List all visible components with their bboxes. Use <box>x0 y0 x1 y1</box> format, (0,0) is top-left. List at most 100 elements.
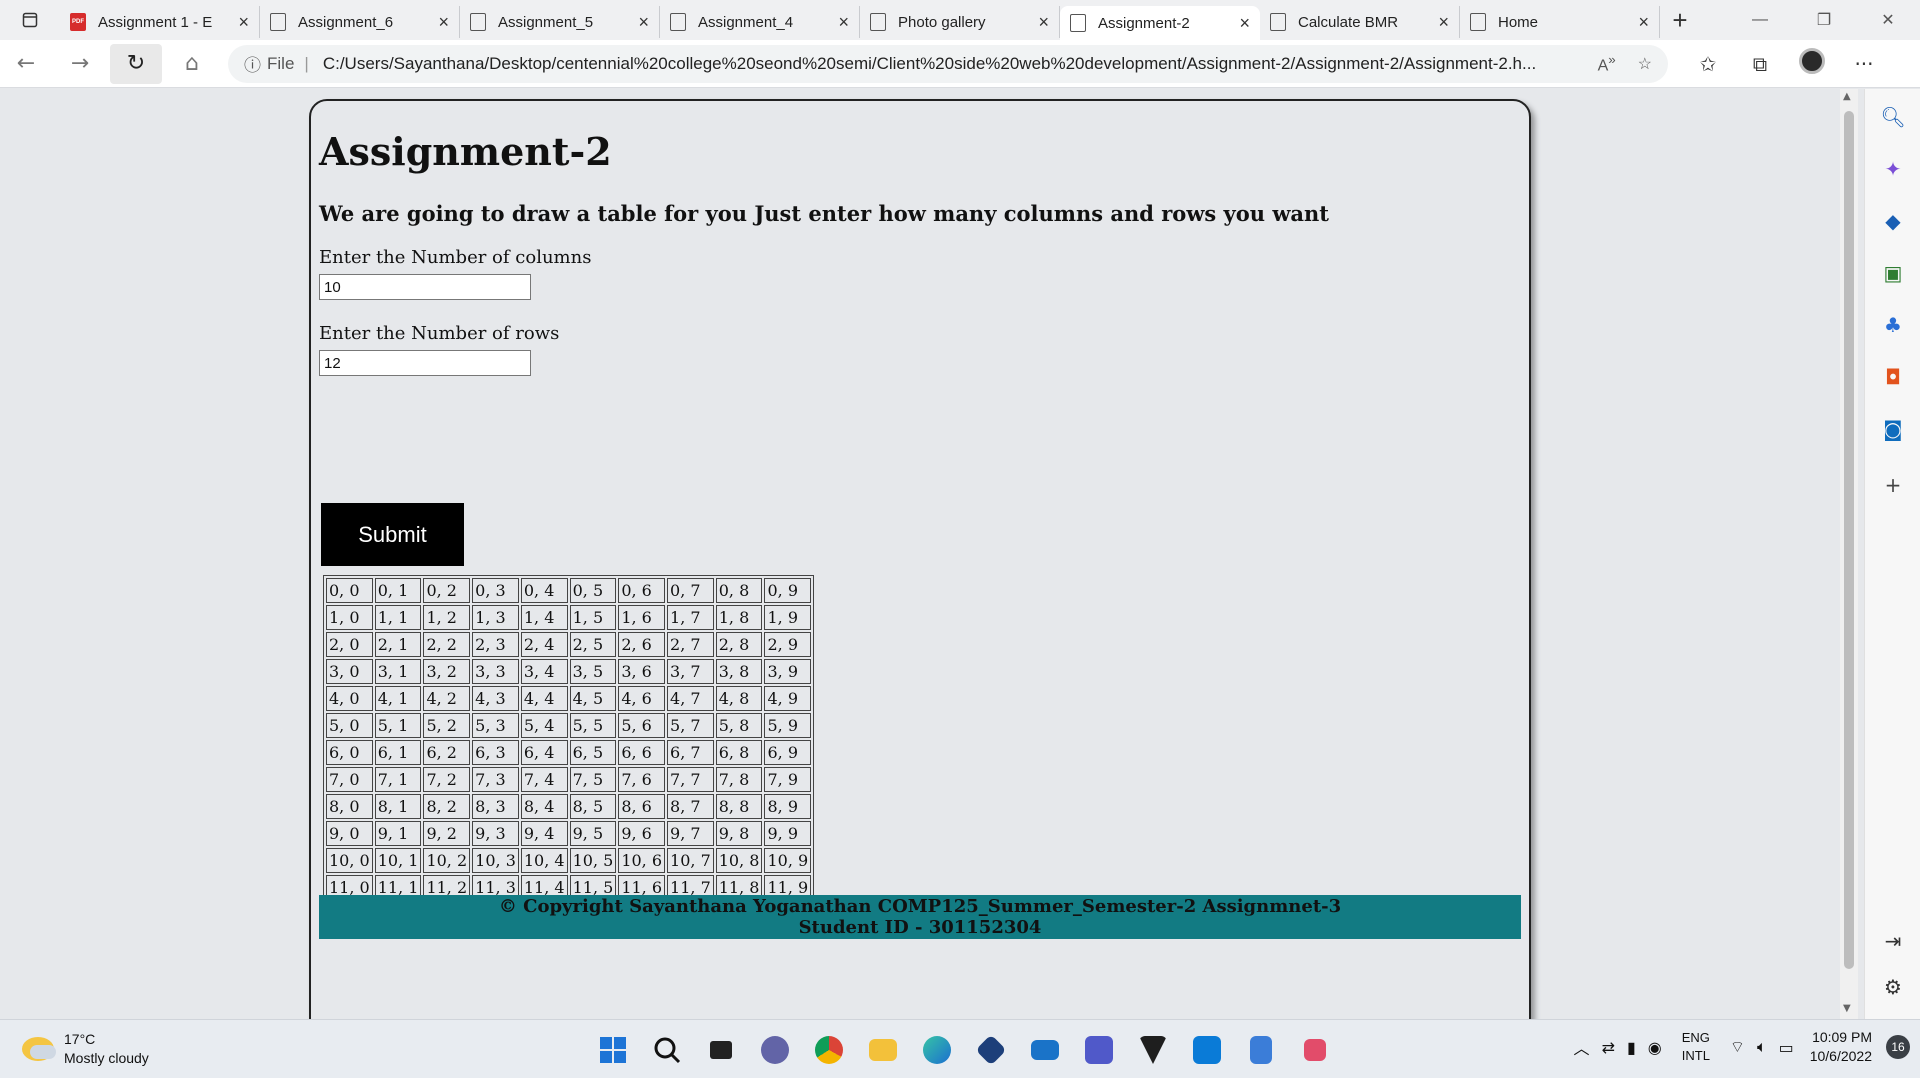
tab-1[interactable]: Assignment_6 × <box>260 6 460 38</box>
url-separator: | <box>304 53 309 73</box>
forward-icon[interactable]: → <box>54 44 106 84</box>
page-title: Assignment-2 <box>319 129 612 174</box>
more-options-icon[interactable]: ··· <box>1838 52 1890 76</box>
table-cell: 0, 3 <box>472 578 519 603</box>
table-cell: 3, 9 <box>764 659 812 684</box>
notification-badge[interactable]: 16 <box>1886 1035 1910 1059</box>
submit-button[interactable]: Submit <box>321 503 464 566</box>
tab-actions-icon[interactable] <box>0 0 60 40</box>
games-icon[interactable]: ♣ <box>1881 313 1905 337</box>
url-field[interactable]: ⓘ File | C:/Users/Sayanthana/Desktop/cen… <box>228 44 1668 83</box>
home-icon[interactable]: ⌂ <box>166 44 218 84</box>
copilot-icon[interactable]: ✦ <box>1881 157 1905 181</box>
table-row: 9, 0 9, 1 9, 2 9, 3 9, 4 9, 5 9, 6 9, 7 9, 8 9, 9 <box>326 821 812 846</box>
add-favorite-icon[interactable]: ☆ <box>1638 54 1652 74</box>
tab-0[interactable]: PDF Assignment 1 - E × <box>60 6 260 38</box>
taskbar-apps <box>586 1032 1342 1068</box>
table-cell: 4, 2 <box>423 686 471 711</box>
columns-input[interactable] <box>319 274 531 300</box>
close-tab-icon[interactable]: × <box>638 12 649 33</box>
shopping-tag-icon[interactable]: ◆ <box>1881 209 1905 233</box>
sidebar-settings-icon[interactable]: ⚙ <box>1881 975 1905 999</box>
search-taskbar-icon[interactable] <box>640 1032 694 1068</box>
table-cell: 10, 6 <box>618 848 666 873</box>
edge-sidebar: 🔍︎ ✦ ◆ ▣ ♣ ◘ ◙ + ⇥ ⚙ <box>1864 89 1920 1019</box>
profile-icon[interactable] <box>1786 48 1838 79</box>
outlook-icon[interactable]: ◙ <box>1881 417 1905 441</box>
scroll-thumb[interactable] <box>1844 111 1854 969</box>
wifi-icon[interactable]: ⌔ <box>1730 1037 1745 1057</box>
notepad-icon[interactable] <box>1234 1032 1288 1068</box>
table-cell: 6, 1 <box>374 740 422 765</box>
tab-4[interactable]: Photo gallery × <box>860 6 1060 38</box>
tray-app-icon[interactable]: ▮ <box>1627 1038 1636 1057</box>
tab-7[interactable]: Home × <box>1460 6 1660 38</box>
snipping-tool-icon[interactable] <box>1288 1032 1342 1068</box>
tab-3[interactable]: Assignment_4 × <box>660 6 860 38</box>
vim-icon[interactable] <box>1126 1032 1180 1068</box>
task-view-icon[interactable] <box>694 1032 748 1068</box>
back-icon[interactable]: ← <box>0 44 52 84</box>
tab-6[interactable]: Calculate BMR × <box>1260 6 1460 38</box>
search-icon[interactable]: 🔍︎ <box>1880 105 1905 129</box>
close-tab-icon[interactable]: × <box>1239 13 1250 34</box>
edge-icon[interactable] <box>910 1032 964 1068</box>
collections-icon[interactable]: ⧉ <box>1734 52 1786 76</box>
chat-icon[interactable] <box>748 1032 802 1068</box>
battery-icon[interactable]: ▭ <box>1779 1038 1794 1057</box>
show-hidden-icons-icon[interactable]: ︿ <box>1574 1035 1590 1059</box>
table-cell: 3, 2 <box>423 659 471 684</box>
tray-app-icon[interactable]: ◉ <box>1648 1038 1662 1057</box>
minimize-icon[interactable]: — <box>1728 0 1792 40</box>
virtualbox-icon[interactable] <box>964 1032 1018 1068</box>
scroll-up-icon[interactable]: ▲ <box>1843 91 1851 102</box>
close-tab-icon[interactable]: × <box>1038 12 1049 33</box>
teams-icon[interactable] <box>1072 1032 1126 1068</box>
pdf-icon: PDF <box>70 13 86 31</box>
table-cell: 2, 0 <box>326 632 373 657</box>
start-icon[interactable] <box>586 1032 640 1068</box>
mail-icon[interactable] <box>1018 1032 1072 1068</box>
volume-icon[interactable]: 🔈︎ <box>1757 1037 1767 1057</box>
table-cell: 6, 9 <box>764 740 812 765</box>
office-icon[interactable]: ◘ <box>1881 365 1905 389</box>
reload-icon[interactable]: ↻ <box>110 43 162 84</box>
favorites-icon[interactable]: ✩ <box>1682 52 1734 76</box>
info-icon[interactable]: ⓘ <box>244 51 261 76</box>
close-window-icon[interactable]: ✕ <box>1856 0 1920 40</box>
page-icon <box>1070 14 1086 32</box>
weather-widget[interactable]: 17°C Mostly cloudy <box>22 1030 149 1068</box>
scroll-down-icon[interactable]: ▼ <box>1843 1003 1851 1014</box>
language-indicator[interactable]: ENG INTL <box>1682 1029 1710 1065</box>
rows-input[interactable] <box>319 350 531 376</box>
close-tab-icon[interactable]: × <box>238 12 249 33</box>
file-explorer-icon[interactable] <box>856 1032 910 1068</box>
read-aloud-icon[interactable]: A» <box>1598 52 1616 75</box>
new-tab-button[interactable]: + <box>1660 0 1700 40</box>
table-cell: 0, 5 <box>569 578 617 603</box>
vscode-icon[interactable] <box>1180 1032 1234 1068</box>
tray-app-icon[interactable]: ⇄ <box>1602 1038 1615 1057</box>
table-cell: 2, 3 <box>472 632 519 657</box>
close-tab-icon[interactable]: × <box>838 12 849 33</box>
close-tab-icon[interactable]: × <box>438 12 449 33</box>
vertical-scrollbar[interactable]: ▲ ▼ <box>1840 89 1858 1019</box>
generated-table: 0, 0 0, 1 0, 2 0, 3 0, 4 0, 5 0, 6 0, 7 0, 8 0, 9… <box>323 575 815 903</box>
table-cell: 2, 4 <box>520 632 568 657</box>
clock[interactable]: 10:09 PM 10/6/2022 <box>1810 1028 1872 1066</box>
close-tab-icon[interactable]: × <box>1638 12 1649 33</box>
tools-icon[interactable]: ▣ <box>1881 261 1905 285</box>
table-cell: 5, 7 <box>667 713 714 738</box>
table-cell: 4, 0 <box>326 686 373 711</box>
table-cell: 4, 7 <box>667 686 714 711</box>
table-cell: 9, 9 <box>764 821 812 846</box>
page-icon <box>870 13 886 31</box>
tab-5[interactable]: Assignment-2 × <box>1060 6 1260 40</box>
chrome-icon[interactable] <box>802 1032 856 1068</box>
hide-sidebar-icon[interactable]: ⇥ <box>1881 929 1905 953</box>
restore-icon[interactable]: ❐ <box>1792 0 1856 40</box>
table-row: 6, 0 6, 1 6, 2 6, 3 6, 4 6, 5 6, 6 6, 7 6, 8 6, 9 <box>326 740 812 765</box>
close-tab-icon[interactable]: × <box>1438 12 1449 33</box>
add-sidebar-app-icon[interactable]: + <box>1881 473 1905 497</box>
tab-2[interactable]: Assignment_5 × <box>460 6 660 38</box>
